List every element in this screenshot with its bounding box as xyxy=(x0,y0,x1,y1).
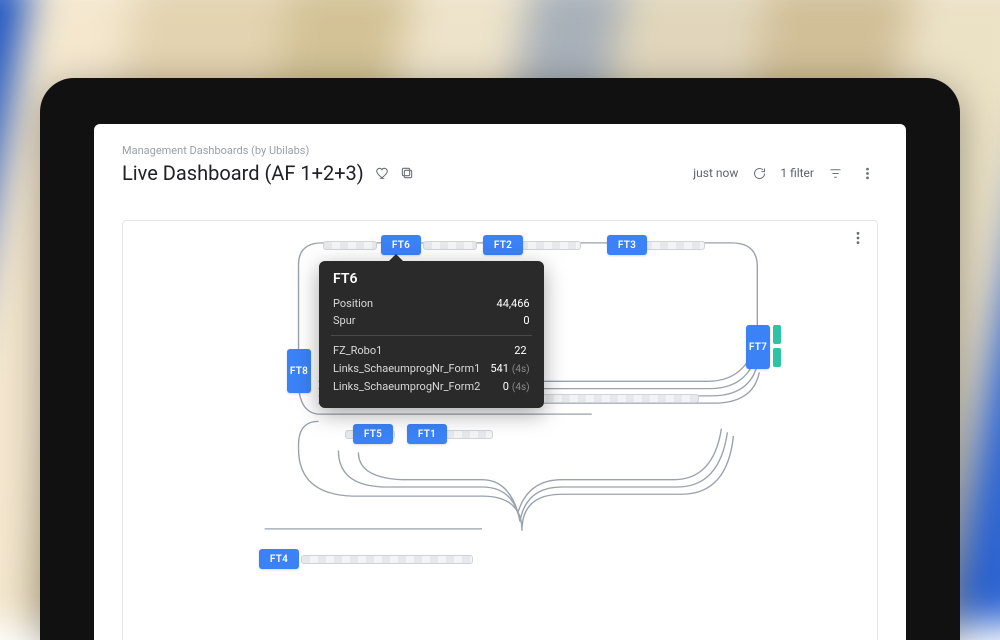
aux-block xyxy=(773,325,781,344)
page-header: Management Dashboards (by Ubilabs) Live … xyxy=(94,124,906,195)
tooltip-value: 0 xyxy=(523,312,529,329)
node-ft4[interactable]: FT4 xyxy=(259,549,299,569)
diagram-panel: FT6 FT2 FT3 FT7 FT8 FT5 FT1 FT4 FT6 Posi… xyxy=(122,220,878,640)
node-ft1[interactable]: FT1 xyxy=(407,424,447,444)
filter-label: 1 filter xyxy=(780,166,814,180)
favorite-icon[interactable] xyxy=(372,162,394,184)
filter-icon[interactable] xyxy=(824,162,846,184)
header-actions: just now 1 filter xyxy=(693,162,878,184)
tooltip-key: Links_SchaeumprogNr_Form2 xyxy=(333,378,493,396)
tooltip-title: FT6 xyxy=(333,271,530,287)
tooltip-key: Links_SchaeumprogNr_Form1 xyxy=(333,360,480,378)
node-tooltip: FT6 Position 44,466 Spur 0 FZ_Robo1 22 Link… xyxy=(319,261,544,408)
tooltip-value: 0(4s) xyxy=(503,378,530,396)
tooltip-key: Position xyxy=(333,295,487,312)
copy-icon[interactable] xyxy=(396,162,418,184)
rail-segment xyxy=(445,430,493,439)
node-ft3[interactable]: FT3 xyxy=(607,235,647,255)
breadcrumb[interactable]: Management Dashboards (by Ubilabs) xyxy=(122,144,878,157)
track-diagram: FT6 FT2 FT3 FT7 FT8 FT5 FT1 FT4 FT6 Posi… xyxy=(123,221,877,640)
tablet-bezel: Management Dashboards (by Ubilabs) Live … xyxy=(40,78,960,640)
tooltip-key: Spur xyxy=(333,312,513,329)
tooltip-value: 44,466 xyxy=(497,295,530,312)
rail-segment xyxy=(423,241,477,250)
rail-segment xyxy=(323,241,377,250)
refresh-label: just now xyxy=(693,166,738,180)
node-ft6[interactable]: FT6 xyxy=(381,235,421,255)
tooltip-value: 541(4s) xyxy=(490,360,529,378)
rail-segment xyxy=(301,555,473,564)
app-screen: Management Dashboards (by Ubilabs) Live … xyxy=(94,124,906,640)
rail-segment xyxy=(643,241,705,250)
page-title: Live Dashboard (AF 1+2+3) xyxy=(122,161,364,185)
node-ft7[interactable]: FT7 xyxy=(746,325,770,369)
tooltip-value: 22 xyxy=(514,342,529,360)
node-ft5[interactable]: FT5 xyxy=(353,424,393,444)
rail-segment xyxy=(519,241,581,250)
more-icon[interactable] xyxy=(856,162,878,184)
tooltip-key: FZ_Robo1 xyxy=(333,342,504,360)
aux-block xyxy=(773,348,781,367)
node-ft8[interactable]: FT8 xyxy=(287,349,311,393)
refresh-icon[interactable] xyxy=(748,162,770,184)
node-ft2[interactable]: FT2 xyxy=(483,235,523,255)
